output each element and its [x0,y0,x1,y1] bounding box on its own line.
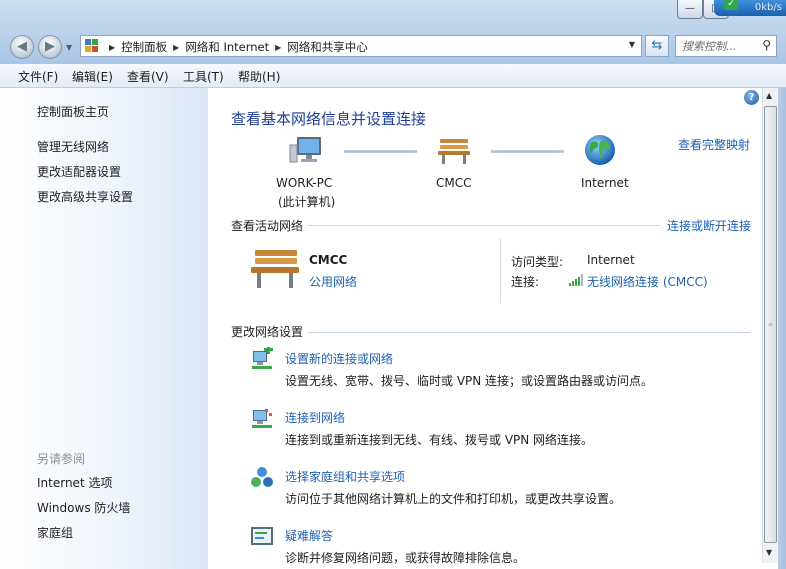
breadcrumb-network-sharing-center[interactable]: 网络和共享中心 [287,40,368,54]
page-title: 查看基本网络信息并设置连接 [231,110,427,128]
computer-icon[interactable] [289,135,325,167]
troubleshoot-icon[interactable] [250,526,274,548]
connect-to-network-link[interactable]: 连接到网络 [285,409,345,426]
network-speed-badge: ✓ 0kb/s [714,0,786,16]
signal-strength-icon [569,274,583,286]
back-button[interactable]: ◀ [10,35,34,59]
active-networks-header: 查看活动网络 [231,219,304,233]
connect-to-network-icon[interactable] [250,406,274,430]
active-network-name: CMCC [309,253,348,267]
breadcrumb-control-panel[interactable]: 控制面板 [121,40,167,54]
menu-edit[interactable]: 编辑(E) [72,68,113,85]
change-adapter-settings-link[interactable]: 更改适配器设置 [37,163,121,180]
breadcrumb-separator-icon[interactable]: ▶ [173,43,179,52]
forward-button[interactable]: ▶ [38,35,62,59]
scroll-down-icon[interactable]: ▼ [766,548,772,557]
forward-arrow-icon: ▶ [45,39,55,54]
address-dropdown-icon[interactable]: ▼ [629,40,635,49]
manage-wireless-link[interactable]: 管理无线网络 [37,138,109,155]
search-box[interactable]: ⚲ [675,35,777,57]
navigation-bar: ◀ ▶ ▼ ▶ 控制面板 ▶ 网络和 Internet ▶ 网络和共享中心 ▼ ⇆ ⚲ [0,30,786,64]
vertical-divider [500,238,501,302]
window-frame-right [778,88,786,569]
connection-line [491,150,564,153]
see-also-header: 另请参阅 [37,452,86,466]
menu-help[interactable]: 帮助(H) [238,68,280,85]
new-connection-icon[interactable] [250,347,274,371]
wireless-connection-link[interactable]: 无线网络连接 (CMCC) [587,273,708,290]
control-panel-icon [85,39,98,52]
computer-name: WORK-PC [276,176,333,190]
breadcrumb-network-internet[interactable]: 网络和 Internet [185,40,269,54]
internet-options-link[interactable]: Internet 选项 [37,474,112,491]
address-bar[interactable]: ▶ 控制面板 ▶ 网络和 Internet ▶ 网络和共享中心 ▼ [80,35,642,57]
setup-new-connection-desc: 设置无线、宽带、拨号、临时或 VPN 连接；或设置路由器或访问点。 [285,374,654,388]
minimize-button[interactable]: — [677,0,703,19]
setup-new-connection-link[interactable]: 设置新的连接或网络 [285,350,393,367]
bench-icon[interactable] [437,137,471,165]
internet-node-label: Internet [581,176,629,190]
vertical-scrollbar[interactable]: ▲ ≡ ▼ [762,88,778,563]
menu-file[interactable]: 文件(F) [18,68,58,85]
network-type-link[interactable]: 公用网络 [309,273,357,290]
grip-icon: ≡ [768,321,774,328]
scroll-up-icon[interactable]: ▲ [766,91,772,100]
refresh-button[interactable]: ⇆ [645,35,669,57]
scrollbar-thumb[interactable]: ≡ [764,106,777,543]
speed-text: 0kb/s [754,2,782,13]
task-pane: 控制面板主页 管理无线网络 更改适配器设置 更改高级共享设置 另请参阅 Inte… [0,88,208,569]
menu-tools[interactable]: 工具(T) [183,68,224,85]
breadcrumb-separator-icon[interactable]: ▶ [275,43,281,52]
check-icon: ✓ [724,0,738,10]
search-icon[interactable]: ⚲ [762,38,771,52]
back-arrow-icon: ◀ [17,39,27,54]
connect-disconnect-link[interactable]: 连接或断开连接 [667,217,751,234]
refresh-icon: ⇆ [651,38,663,53]
view-full-map-link[interactable]: 查看完整映射 [678,136,750,153]
control-panel-home-link[interactable]: 控制面板主页 [37,103,109,120]
access-type-value: Internet [587,253,635,267]
troubleshoot-desc: 诊断并修复网络问题，或获得故障排除信息。 [285,551,526,565]
homegroup-sharing-desc: 访问位于其他网络计算机上的文件和打印机，或更改共享设置。 [285,492,622,506]
section-divider [308,332,750,333]
connection-line [344,150,417,153]
minimize-icon: — [685,3,695,14]
menu-bar: 文件(F) 编辑(E) 查看(V) 工具(T) 帮助(H) [0,64,786,88]
search-input[interactable] [682,38,752,54]
homegroup-sharing-icon[interactable] [250,466,274,490]
globe-icon[interactable] [584,134,616,166]
section-divider [308,225,660,226]
access-type-label: 访问类型: [511,255,564,269]
advanced-sharing-settings-link[interactable]: 更改高级共享设置 [37,188,133,205]
connection-label: 连接: [511,275,540,289]
breadcrumb-separator-icon[interactable]: ▶ [109,43,115,52]
connect-to-network-desc: 连接到或重新连接到无线、有线、拨号或 VPN 网络连接。 [285,433,594,447]
menu-view[interactable]: 查看(V) [127,68,169,85]
homegroup-sharing-link[interactable]: 选择家庭组和共享选项 [285,468,405,485]
breadcrumb: ▶ 控制面板 ▶ 网络和 Internet ▶ 网络和共享中心 [103,39,368,55]
network-node-label: CMCC [436,176,472,190]
recent-pages-dropdown-icon[interactable]: ▼ [66,43,72,52]
change-settings-header: 更改网络设置 [231,325,304,339]
title-bar: — □ ✓ 0kb/s [0,0,786,30]
computer-subtitle: (此计算机) [278,195,336,209]
homegroup-link[interactable]: 家庭组 [37,524,73,541]
help-icon[interactable]: ? [744,90,759,105]
windows-firewall-link[interactable]: Windows 防火墙 [37,499,130,516]
public-network-bench-icon[interactable] [249,248,301,290]
troubleshoot-link[interactable]: 疑难解答 [285,527,333,544]
